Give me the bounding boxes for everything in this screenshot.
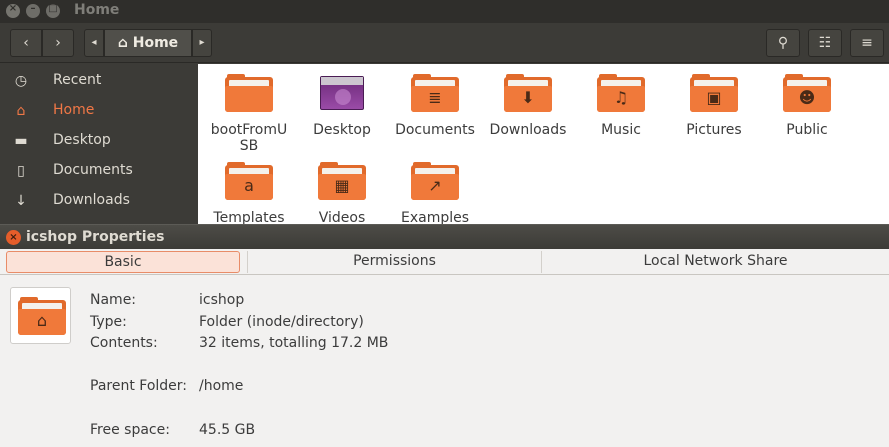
desktop-folder-icon xyxy=(318,74,366,112)
sidebar-item-downloads[interactable]: ↓ Downloads xyxy=(0,186,198,216)
close-icon: × xyxy=(9,232,18,243)
file-item-music[interactable]: ♫ Music xyxy=(574,64,668,138)
toolbar: ‹ › ◂ ⌂ Home ▸ ⚲ ☷ ≡ xyxy=(0,23,889,63)
tab-permissions[interactable]: Permissions xyxy=(247,251,541,273)
property-label: Name: xyxy=(90,292,137,308)
back-button[interactable]: ‹ xyxy=(10,29,42,57)
file-label: Music xyxy=(601,122,641,138)
templates-folder-icon: a xyxy=(225,162,273,200)
window-titlebar: × – □ Home xyxy=(0,0,889,23)
chevron-left-icon: ‹ xyxy=(23,35,29,51)
properties-dialog: × icshop Properties Basic Permissions Lo… xyxy=(0,224,889,447)
file-item-examples[interactable]: ↗ Examples xyxy=(388,152,482,226)
property-value: Folder (inode/directory) xyxy=(199,314,364,330)
tab-local-network-share[interactable]: Local Network Share xyxy=(541,251,889,273)
window-close-button[interactable]: × xyxy=(6,3,20,18)
view-toggle-button[interactable]: ☷ xyxy=(808,29,842,57)
tab-basic[interactable]: Basic xyxy=(6,251,240,273)
file-label: Public xyxy=(786,122,828,138)
property-parent-folder: Parent Folder: /home xyxy=(0,378,889,398)
home-icon: ⌂ xyxy=(16,103,26,119)
property-name: Name: icshop xyxy=(0,292,889,312)
maximize-icon: □ xyxy=(48,3,58,14)
property-label: Free space: xyxy=(90,422,170,438)
file-item-videos[interactable]: ▦ Videos xyxy=(295,152,389,226)
sidebar-item-desktop[interactable]: ▬ Desktop xyxy=(0,126,198,156)
property-contents: Contents: 32 items, totalling 17.2 MB xyxy=(0,335,889,355)
path-scroll-left-button[interactable]: ◂ xyxy=(84,29,104,57)
sidebar: ◷ Recent ⌂ Home ▬ Desktop ▯ Documents ↓ … xyxy=(0,64,198,224)
folder-icon xyxy=(225,74,273,112)
forward-button[interactable]: › xyxy=(42,29,74,57)
file-item-documents[interactable]: ≣ Documents xyxy=(388,64,482,138)
public-folder-icon: ☻ xyxy=(783,74,831,112)
document-icon: ▯ xyxy=(17,163,25,179)
menu-button[interactable]: ≡ xyxy=(850,29,884,57)
triangle-right-icon: ▸ xyxy=(199,37,205,48)
dialog-titlebar: × icshop Properties xyxy=(0,224,889,249)
path-label: Home xyxy=(132,35,179,51)
property-label: Parent Folder: xyxy=(90,378,188,394)
clock-icon: ◷ xyxy=(14,73,28,89)
home-icon: ⌂ xyxy=(117,35,128,51)
sidebar-item-recent[interactable]: ◷ Recent xyxy=(0,66,198,96)
property-value: 45.5 GB xyxy=(199,422,256,438)
sidebar-item-documents[interactable]: ▯ Documents xyxy=(0,156,198,186)
file-item-desktop[interactable]: Desktop xyxy=(295,64,389,138)
file-label: Pictures xyxy=(686,122,742,138)
close-icon: × xyxy=(8,3,18,14)
dialog-close-button[interactable]: × xyxy=(6,230,21,245)
search-icon: ⚲ xyxy=(777,35,789,51)
property-value[interactable]: /home xyxy=(199,378,243,394)
window-title: Home xyxy=(74,2,120,18)
property-value: 32 items, totalling 17.2 MB xyxy=(199,335,389,351)
file-item-public[interactable]: ☻ Public xyxy=(760,64,854,138)
pictures-folder-icon: ▣ xyxy=(690,74,738,112)
property-value: icshop xyxy=(199,292,245,308)
file-label: Documents xyxy=(395,122,475,138)
tab-bar: Basic Permissions Local Network Share xyxy=(0,249,889,275)
path-button-home[interactable]: ⌂ Home xyxy=(104,29,192,57)
property-type: Type: Folder (inode/directory) xyxy=(0,314,889,334)
folder-icon: ▬ xyxy=(14,133,28,149)
property-free-space: Free space: 45.5 GB xyxy=(0,422,889,442)
file-label: Desktop xyxy=(313,122,371,138)
file-item-pictures[interactable]: ▣ Pictures xyxy=(667,64,761,138)
window-maximize-button[interactable]: □ xyxy=(46,3,60,18)
file-item-downloads[interactable]: ⬇ Downloads xyxy=(481,64,575,138)
sidebar-item-label: Recent xyxy=(53,72,102,88)
downloads-folder-icon: ⬇ xyxy=(504,74,552,112)
file-label: Downloads xyxy=(489,122,567,138)
download-arrow-icon: ↓ xyxy=(15,193,27,209)
triangle-left-icon: ◂ xyxy=(91,37,97,48)
window-minimize-button[interactable]: – xyxy=(26,3,40,18)
sidebar-item-label: Home xyxy=(53,102,95,118)
file-manager-window: × – □ Home ‹ › ◂ ⌂ Home ▸ ⚲ ☷ ≡ ◷ Recent… xyxy=(0,0,889,226)
property-label: Contents: xyxy=(90,335,158,351)
file-item-bootfromusb[interactable]: bootFromU SB xyxy=(202,64,296,154)
hamburger-icon: ≡ xyxy=(861,35,873,51)
sidebar-item-home[interactable]: ⌂ Home xyxy=(0,96,198,126)
sidebar-item-label: Downloads xyxy=(53,192,130,208)
link-folder-icon: ↗ xyxy=(411,162,459,200)
sidebar-item-label: Documents xyxy=(53,162,133,178)
file-grid: bootFromU SB Desktop ≣ Documents ⬇ Downl… xyxy=(198,64,889,226)
search-button[interactable]: ⚲ xyxy=(766,29,800,57)
file-item-templates[interactable]: a Templates xyxy=(202,152,296,226)
path-scroll-right-button[interactable]: ▸ xyxy=(192,29,212,57)
documents-folder-icon: ≣ xyxy=(411,74,459,112)
list-view-icon: ☷ xyxy=(818,35,832,51)
minimize-icon: – xyxy=(30,3,36,14)
sidebar-item-label: Desktop xyxy=(53,132,111,148)
music-folder-icon: ♫ xyxy=(597,74,645,112)
chevron-right-icon: › xyxy=(55,35,61,51)
property-label: Type: xyxy=(90,314,127,330)
file-label: bootFromU SB xyxy=(210,122,288,154)
dialog-title: icshop Properties xyxy=(26,229,165,245)
videos-folder-icon: ▦ xyxy=(318,162,366,200)
